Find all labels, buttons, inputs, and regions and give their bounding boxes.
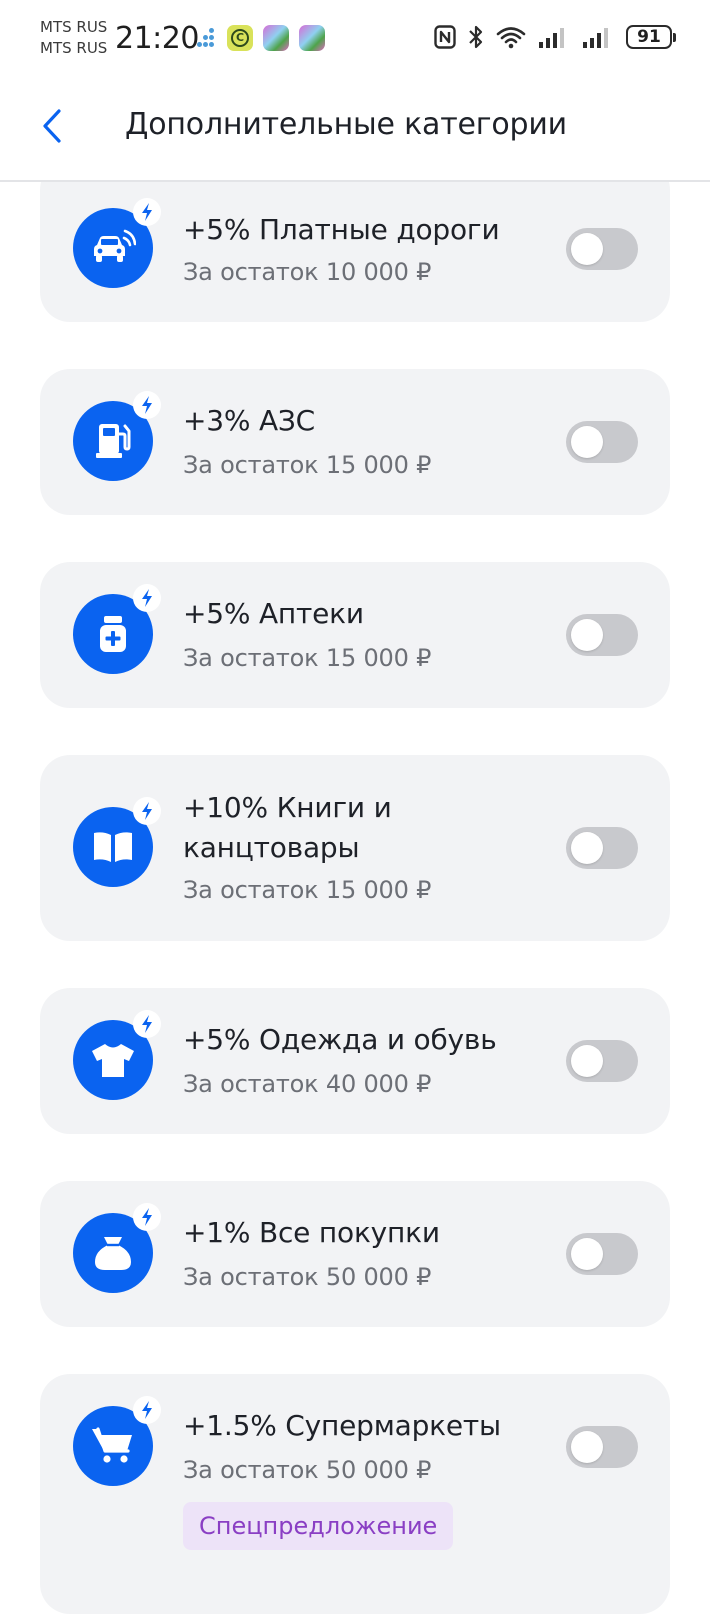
bolt-icon bbox=[133, 198, 161, 226]
category-toggle[interactable] bbox=[566, 1040, 638, 1082]
category-card-books: +10% Книги и канцтовары За остаток 15 00… bbox=[40, 755, 670, 941]
bolt-icon bbox=[133, 1203, 161, 1231]
category-subtitle: За остаток 40 000 ₽ bbox=[183, 1070, 432, 1098]
category-toggle[interactable] bbox=[566, 1233, 638, 1275]
category-title: +1% Все покупки bbox=[183, 1216, 440, 1249]
bolt-icon bbox=[133, 797, 161, 825]
bolt-icon bbox=[133, 1396, 161, 1424]
category-title: +5% Платные дороги bbox=[183, 213, 500, 246]
category-toggle[interactable] bbox=[566, 228, 638, 270]
chevron-left-icon bbox=[43, 109, 61, 143]
fuel-pump-icon bbox=[73, 391, 161, 481]
category-subtitle: За остаток 10 000 ₽ bbox=[183, 258, 432, 286]
bolt-icon bbox=[133, 1010, 161, 1038]
category-title: +3% АЗС bbox=[183, 404, 316, 437]
category-toggle[interactable] bbox=[566, 614, 638, 656]
bolt-icon bbox=[133, 391, 161, 419]
car-wifi-icon bbox=[73, 198, 161, 288]
category-toggle[interactable] bbox=[566, 1426, 638, 1468]
category-card-supermarkets: +1.5% Супермаркеты За остаток 50 000 ₽ С… bbox=[40, 1374, 670, 1614]
category-subtitle: За остаток 15 000 ₽ bbox=[183, 451, 432, 479]
book-icon bbox=[73, 797, 161, 887]
special-offer-badge[interactable]: Спецпредложение bbox=[183, 1502, 454, 1550]
category-title: +1.5% Супермаркеты bbox=[183, 1409, 501, 1442]
category-card-clothes: +5% Одежда и обувь За остаток 40 000 ₽ bbox=[40, 988, 670, 1134]
category-card-toll-roads: +5% Платные дороги За остаток 10 000 ₽ bbox=[40, 160, 670, 322]
category-title: +5% Одежда и обувь bbox=[183, 1023, 497, 1056]
bolt-icon bbox=[133, 584, 161, 612]
t-shirt-icon bbox=[73, 1010, 161, 1100]
category-card-pharmacies: +5% Аптеки За остаток 15 000 ₽ bbox=[40, 562, 670, 708]
shopping-cart-icon bbox=[73, 1396, 161, 1486]
page-title: Дополнительные категории bbox=[125, 107, 567, 142]
category-card-gas-stations: +3% АЗС За остаток 15 000 ₽ bbox=[40, 369, 670, 515]
back-button[interactable] bbox=[30, 104, 74, 148]
category-title: +5% Аптеки bbox=[183, 597, 364, 630]
category-subtitle: За остаток 15 000 ₽ bbox=[183, 876, 432, 904]
category-subtitle: За остаток 50 000 ₽ bbox=[183, 1456, 432, 1484]
category-card-all-purchases: +1% Все покупки За остаток 50 000 ₽ bbox=[40, 1181, 670, 1327]
category-title: +10% Книги и канцтовары bbox=[183, 791, 392, 864]
category-subtitle: За остаток 50 000 ₽ bbox=[183, 1263, 432, 1291]
category-toggle[interactable] bbox=[566, 827, 638, 869]
money-bag-icon bbox=[73, 1203, 161, 1293]
medicine-jar-icon bbox=[73, 584, 161, 674]
app-header: Дополнительные категории bbox=[0, 78, 710, 182]
category-toggle[interactable] bbox=[566, 421, 638, 463]
category-subtitle: За остаток 15 000 ₽ bbox=[183, 644, 432, 672]
category-list: +5% Платные дороги За остаток 10 000 ₽ +… bbox=[0, 0, 710, 1614]
